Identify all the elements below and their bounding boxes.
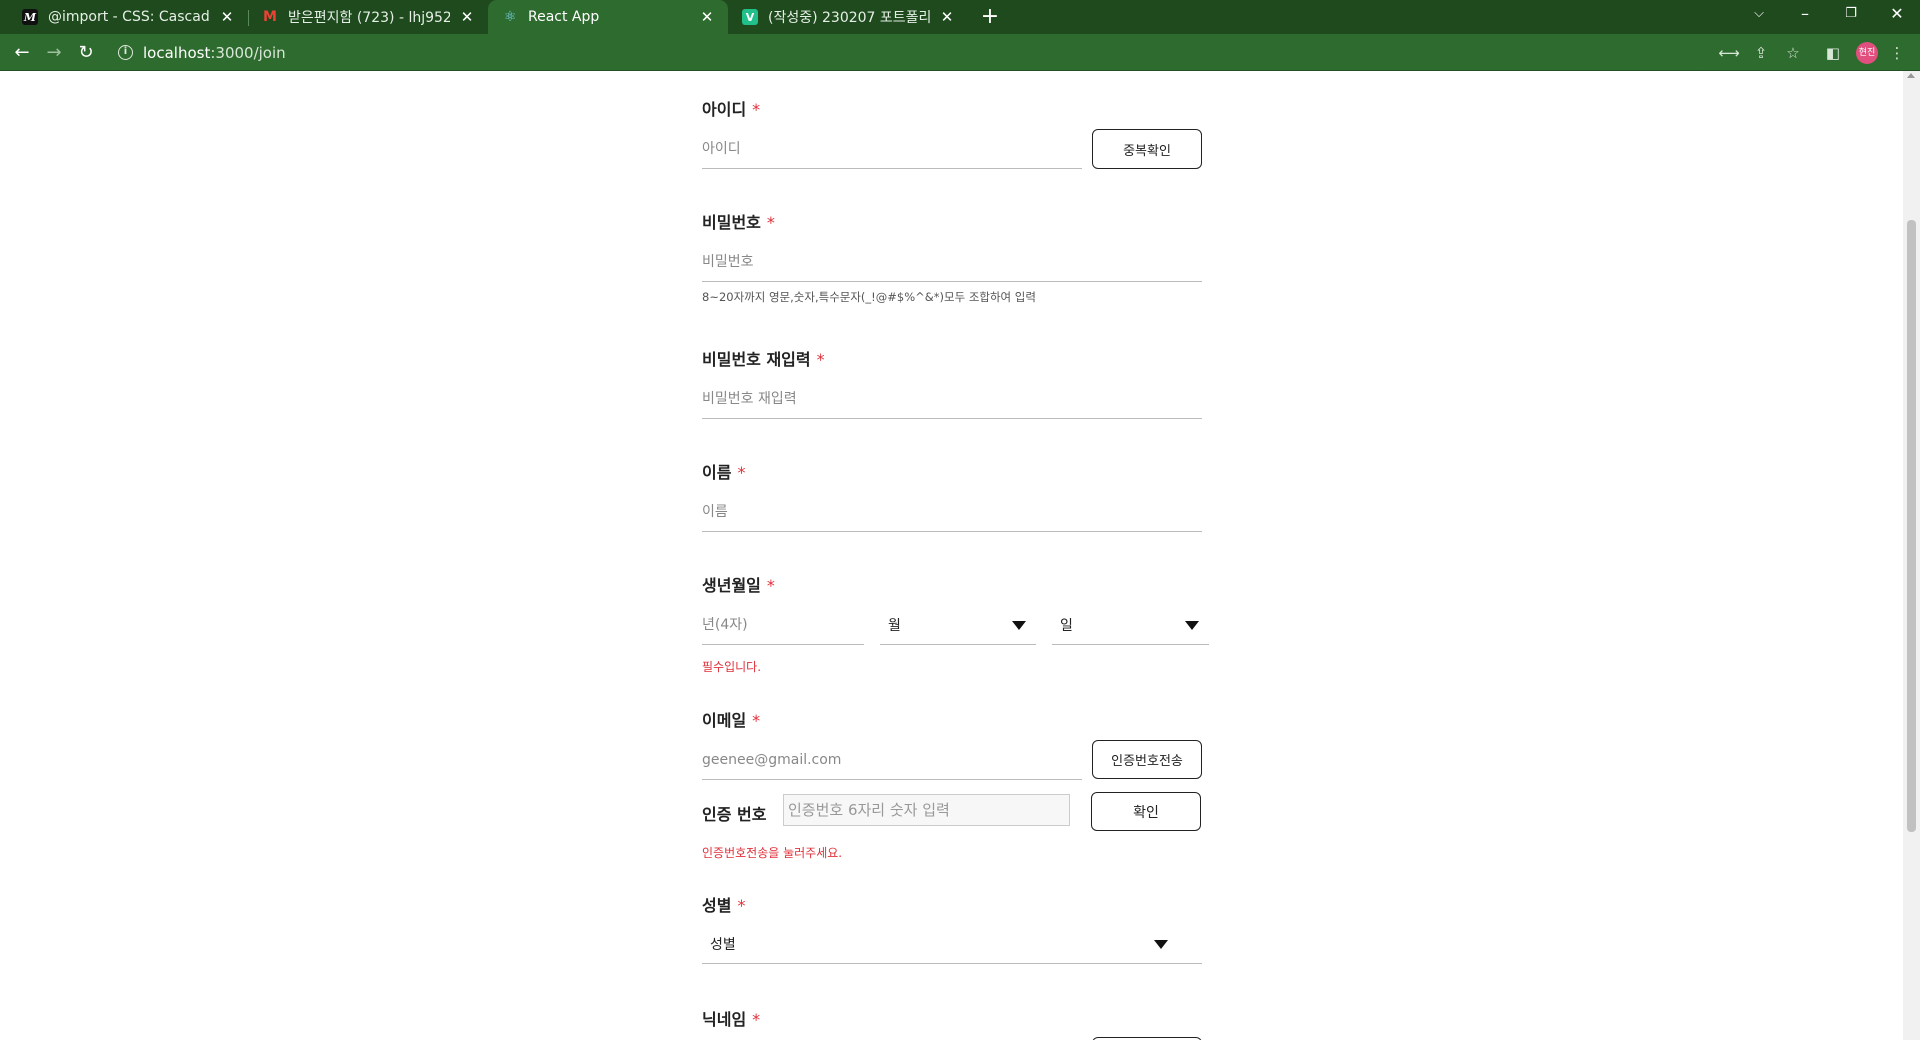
- birth-day-select[interactable]: 일: [1052, 605, 1209, 645]
- scroll-up-icon[interactable]: [1907, 73, 1915, 78]
- required-mark: *: [737, 463, 746, 482]
- url-host: localhost: [143, 43, 211, 62]
- reload-icon[interactable]: ↻: [72, 39, 100, 67]
- new-tab-button[interactable]: +: [976, 3, 1004, 31]
- tab-title: 받은편지함 (723) - lhj9520@gm: [288, 10, 450, 26]
- url-text: localhost:3000/join: [143, 44, 286, 62]
- id-input[interactable]: [702, 129, 1082, 169]
- verification-error-message: 인증번호전송을 눌러주세요.: [702, 846, 843, 860]
- nickname-label-text: 닉네임: [702, 1010, 747, 1029]
- restore-icon[interactable]: ❐: [1828, 0, 1874, 30]
- name-input[interactable]: [702, 492, 1202, 532]
- password-confirm-input[interactable]: [702, 379, 1202, 419]
- close-icon[interactable]: ✕: [938, 8, 956, 26]
- close-icon[interactable]: ✕: [698, 8, 716, 26]
- browser-tab-react-app[interactable]: ⚛ React App ✕: [488, 0, 728, 34]
- tab-title: @import - CSS: Cascading Style: [48, 9, 210, 25]
- name-label-text: 이름: [702, 463, 732, 482]
- birth-month-select[interactable]: 월: [880, 605, 1036, 645]
- required-mark: *: [766, 576, 775, 595]
- password-input[interactable]: [702, 242, 1202, 282]
- page-scrollbar[interactable]: [1903, 71, 1920, 1040]
- browser-tab-gmail[interactable]: M 받은편지함 (723) - lhj9520@gm ✕: [248, 0, 488, 34]
- side-panel-icon[interactable]: ◧: [1821, 41, 1845, 65]
- password-hint: 8~20자까지 영문,숫자,특수문자(_!@#$%^&*)모두 조합하여 입력: [702, 290, 1036, 304]
- scrollbar-thumb[interactable]: [1907, 220, 1916, 832]
- browser-tab-velog[interactable]: V (작성중) 230207 포트폴리오 프로 ✕: [728, 0, 968, 34]
- name-label: 이름 *: [702, 459, 745, 483]
- gender-label-text: 성별: [702, 896, 732, 915]
- caret-down-icon: [1185, 621, 1199, 630]
- birth-month-value: 월: [888, 617, 901, 634]
- send-verification-code-button[interactable]: 인증번호전송: [1092, 740, 1202, 779]
- tab-title: React App: [528, 9, 600, 25]
- caret-down-icon: [1012, 621, 1026, 630]
- browser-tab-mdn[interactable]: M @import - CSS: Cascading Style ✕: [8, 0, 248, 34]
- birth-day-value: 일: [1060, 617, 1073, 634]
- avatar[interactable]: 현진: [1856, 42, 1878, 64]
- id-duplicate-check-button[interactable]: 중복확인: [1092, 129, 1202, 169]
- page-viewport: 아이디 * 중복확인 비밀번호 * 8~20자까지 영문,숫자,특수문자(_!@#$…: [0, 71, 1920, 1040]
- tab-search-icon[interactable]: ⌵: [1736, 0, 1782, 30]
- birth-label: 생년월일 *: [702, 572, 775, 596]
- verify-code-confirm-button[interactable]: 확인: [1091, 792, 1201, 831]
- menu-icon[interactable]: ⋮: [1885, 41, 1909, 65]
- gmail-icon: M: [263, 9, 277, 25]
- required-mark: *: [752, 711, 761, 730]
- share-icon[interactable]: ⇪: [1749, 41, 1773, 65]
- gender-select[interactable]: 성별: [702, 924, 1202, 964]
- required-mark: *: [816, 350, 825, 369]
- close-icon[interactable]: ✕: [458, 8, 476, 26]
- required-mark: *: [737, 896, 746, 915]
- tab-strip: M @import - CSS: Cascading Style ✕ M 받은편…: [0, 0, 1920, 34]
- react-icon: ⚛: [503, 9, 517, 25]
- close-icon[interactable]: ✕: [218, 8, 236, 26]
- address-bar[interactable]: i localhost:3000/join: [110, 38, 1710, 67]
- verification-code-input[interactable]: [783, 794, 1070, 826]
- forward-icon[interactable]: →: [40, 39, 68, 67]
- info-icon[interactable]: i: [118, 45, 133, 60]
- window-close-icon[interactable]: ✕: [1874, 0, 1920, 30]
- required-mark: *: [752, 100, 761, 119]
- birth-error-message: 필수입니다.: [702, 660, 762, 674]
- email-label: 이메일 *: [702, 707, 760, 731]
- bookmark-star-icon[interactable]: ☆: [1781, 41, 1805, 65]
- caret-down-icon: [1154, 940, 1168, 949]
- password-confirm-label-text: 비밀번호 재입력: [702, 350, 811, 369]
- id-label: 아이디 *: [702, 96, 760, 120]
- birth-label-text: 생년월일: [702, 576, 761, 595]
- gender-label: 성별 *: [702, 892, 745, 916]
- id-label-text: 아이디: [702, 100, 747, 119]
- nickname-label: 닉네임 *: [702, 1006, 760, 1030]
- url-path: :3000/join: [210, 43, 286, 62]
- password-label: 비밀번호 *: [702, 209, 775, 233]
- minimize-icon[interactable]: –: [1782, 0, 1828, 30]
- toolbar: ← → ↻ i localhost:3000/join ⟷ ⇪ ☆ ◧ ⋮: [0, 34, 1920, 71]
- required-mark: *: [766, 213, 775, 232]
- password-confirm-label: 비밀번호 재입력 *: [702, 346, 825, 370]
- mdn-icon: M: [22, 9, 38, 25]
- email-label-text: 이메일: [702, 711, 747, 730]
- verification-code-label: 인증 번호: [702, 805, 767, 824]
- gender-select-value: 성별: [710, 936, 736, 953]
- birth-year-input[interactable]: [702, 605, 864, 645]
- velog-icon: V: [742, 9, 758, 25]
- email-input[interactable]: [702, 740, 1082, 780]
- password-label-text: 비밀번호: [702, 213, 761, 232]
- translate-icon[interactable]: ⟷: [1717, 41, 1741, 65]
- back-icon[interactable]: ←: [8, 39, 36, 67]
- required-mark: *: [752, 1010, 761, 1029]
- tab-title: (작성중) 230207 포트폴리오 프로: [768, 10, 930, 26]
